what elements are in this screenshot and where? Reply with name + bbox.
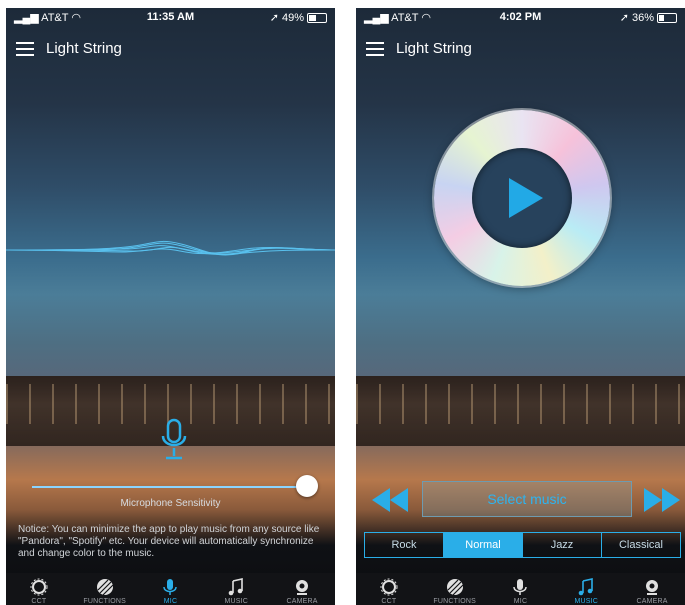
music-note-icon — [578, 578, 594, 596]
aperture-icon — [380, 578, 398, 596]
genre-selector: Rock Normal Jazz Classical — [364, 532, 681, 558]
tab-cct[interactable]: CCT — [6, 573, 72, 605]
select-music-button[interactable]: Select music — [422, 481, 632, 517]
tab-camera[interactable]: CAMERA — [269, 573, 335, 605]
status-bar: ▂▄▆ AT&T ◠ 4:02 PM ➚ 36% — [356, 8, 685, 28]
play-icon[interactable] — [509, 178, 543, 218]
page-title: Light String — [46, 40, 122, 57]
app-header: Light String — [366, 40, 472, 57]
lake-shore-background — [356, 376, 685, 446]
hatched-ball-icon — [96, 579, 114, 596]
menu-icon[interactable] — [366, 41, 384, 56]
menu-icon[interactable] — [16, 41, 34, 56]
sensitivity-label: Microphone Sensitivity — [120, 498, 221, 509]
music-screen: ▂▄▆ AT&T ◠ 4:02 PM ➚ 36% Light String Se… — [356, 8, 685, 605]
battery-icon — [307, 13, 327, 24]
microphone-icon[interactable] — [160, 418, 188, 462]
tab-functions[interactable]: FUNCTIONS — [72, 573, 138, 605]
sensitivity-slider-track[interactable] — [32, 486, 306, 488]
microphone-icon — [513, 579, 528, 595]
notice-text: Notice: You can minimize the app to play… — [18, 524, 320, 559]
genre-normal[interactable]: Normal — [443, 533, 522, 557]
genre-jazz[interactable]: Jazz — [522, 533, 601, 557]
tab-music[interactable]: MUSIC — [203, 573, 269, 605]
location-icon: ➚ — [619, 12, 632, 24]
fast-forward-icon[interactable] — [642, 486, 682, 514]
mic-screen: ▂▄▆ AT&T ◠ 11:35 AM ➚ 49% Light String M… — [6, 8, 335, 605]
disc-center — [472, 148, 572, 248]
microphone-icon — [163, 579, 178, 595]
sound-wave-visualizer — [6, 241, 335, 256]
camera-icon — [296, 580, 309, 595]
battery-indicator: ➚ 49% — [270, 11, 327, 24]
location-icon: ➚ — [269, 12, 282, 24]
rewind-icon[interactable] — [370, 486, 410, 514]
tab-mic[interactable]: MIC — [138, 573, 204, 605]
aperture-icon — [30, 578, 48, 596]
music-note-icon — [228, 578, 244, 596]
battery-indicator: ➚ 36% — [620, 11, 677, 24]
bottom-tab-bar: CCT FUNCTIONS MIC MUSIC CAMERA — [356, 573, 685, 605]
tab-cct[interactable]: CCT — [356, 573, 422, 605]
camera-icon — [646, 580, 659, 595]
tab-camera[interactable]: CAMERA — [619, 573, 685, 605]
genre-rock[interactable]: Rock — [365, 533, 443, 557]
genre-classical[interactable]: Classical — [601, 533, 680, 557]
battery-icon — [657, 13, 677, 24]
tab-music[interactable]: MUSIC — [553, 573, 619, 605]
hatched-ball-icon — [446, 579, 464, 596]
bottom-tab-bar: CCT FUNCTIONS MIC MUSIC CAMERA — [6, 573, 335, 605]
sensitivity-slider-thumb[interactable] — [296, 475, 318, 497]
app-header: Light String — [16, 40, 122, 57]
cd-disc[interactable] — [434, 110, 610, 286]
tab-mic[interactable]: MIC — [488, 573, 554, 605]
page-title: Light String — [396, 40, 472, 57]
status-bar: ▂▄▆ AT&T ◠ 11:35 AM ➚ 49% — [6, 8, 335, 28]
tab-functions[interactable]: FUNCTIONS — [422, 573, 488, 605]
